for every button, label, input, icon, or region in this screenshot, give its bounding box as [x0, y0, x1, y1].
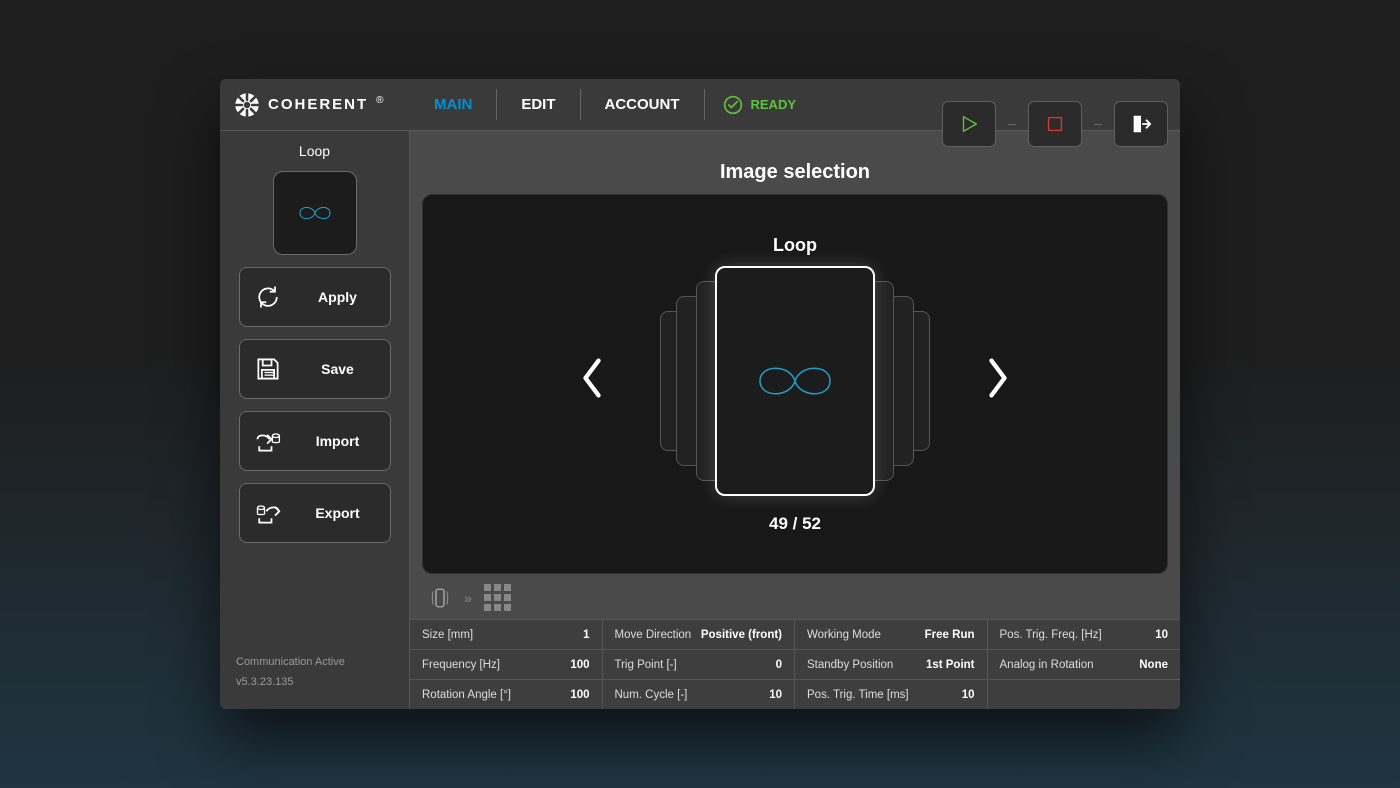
preview-thumbnail[interactable] — [273, 171, 357, 255]
export-label: Export — [300, 505, 390, 521]
status-text: READY — [751, 97, 797, 112]
play-icon — [958, 113, 980, 135]
app-window: COHERENT® MAIN EDIT ACCOUNT READY — [220, 79, 1180, 709]
param-cell: Pos. Trig. Freq. [Hz] 10 — [988, 620, 1181, 650]
status-indicator: READY — [705, 95, 815, 115]
param-label: Move Direction — [615, 629, 692, 641]
param-cell: Working Mode Free Run — [795, 620, 988, 650]
carousel-next-button[interactable] — [985, 356, 1011, 405]
image-selection-panel: Loop — [422, 194, 1168, 574]
carousel-view-icon[interactable] — [428, 586, 452, 610]
selected-card[interactable] — [715, 266, 875, 496]
grid-view-icon[interactable] — [484, 584, 511, 611]
param-value: 10 — [962, 689, 975, 701]
param-value: 1st Point — [926, 659, 975, 671]
param-cell: Num. Cycle [-] 10 — [603, 680, 796, 709]
param-label: Pos. Trig. Freq. [Hz] — [1000, 629, 1102, 641]
param-value: 0 — [776, 659, 782, 671]
exit-button[interactable] — [1114, 101, 1168, 147]
apply-button[interactable]: Apply — [239, 267, 391, 327]
param-label: Num. Cycle [-] — [615, 689, 688, 701]
refresh-icon — [254, 283, 282, 311]
tab-main[interactable]: MAIN — [410, 89, 497, 120]
param-label: Working Mode — [807, 629, 881, 641]
version-text: v5.3.23.135 — [236, 673, 393, 693]
view-mode-row: » — [422, 574, 1168, 611]
card-stack — [645, 266, 945, 496]
coherent-logo-icon — [234, 92, 260, 118]
stop-icon — [1044, 113, 1066, 135]
param-cell: Move Direction Positive (front) — [603, 620, 796, 650]
comm-status: Communication Active — [236, 653, 393, 673]
apply-label: Apply — [300, 289, 390, 305]
save-label: Save — [300, 361, 390, 377]
param-cell: Trig Point [-] 0 — [603, 650, 796, 680]
sidebar-footer: Communication Active v5.3.23.135 — [220, 653, 409, 709]
export-button[interactable]: Export — [239, 483, 391, 543]
view-separator-icon: » — [464, 590, 472, 606]
param-cell: Analog in Rotation None — [988, 650, 1181, 680]
param-cell — [988, 680, 1181, 709]
param-cell: Rotation Angle [°] 100 — [410, 680, 603, 709]
import-button[interactable]: Import — [239, 411, 391, 471]
sidebar: Loop Apply Save — [220, 131, 410, 709]
chevron-left-icon — [579, 356, 605, 400]
ready-check-icon — [723, 95, 743, 115]
param-value: Free Run — [925, 629, 975, 641]
param-value: 10 — [769, 689, 782, 701]
param-value: 10 — [1155, 629, 1168, 641]
save-button[interactable]: Save — [239, 339, 391, 399]
parameters-table: Size [mm] 1 Move Direction Positive (front)… — [410, 619, 1180, 709]
infinity-icon — [285, 196, 345, 230]
param-label: Trig Point [-] — [615, 659, 677, 671]
param-label: Pos. Trig. Time [ms] — [807, 689, 909, 701]
top-nav: MAIN EDIT ACCOUNT — [410, 79, 705, 130]
main-content: Image selection Loop — [410, 131, 1180, 619]
param-label: Analog in Rotation — [1000, 659, 1094, 671]
tab-account[interactable]: ACCOUNT — [581, 89, 705, 120]
infinity-icon — [735, 356, 855, 406]
param-label: Frequency [Hz] — [422, 659, 500, 671]
stop-button[interactable] — [1028, 101, 1082, 147]
brand-logo: COHERENT® — [220, 92, 410, 118]
chevron-right-icon — [985, 356, 1011, 400]
tab-edit[interactable]: EDIT — [497, 89, 580, 120]
carousel-prev-button[interactable] — [579, 356, 605, 405]
param-label: Standby Position — [807, 659, 893, 671]
current-item-label: Loop — [773, 235, 817, 256]
param-cell: Pos. Trig. Time [ms] 10 — [795, 680, 988, 709]
param-label: Size [mm] — [422, 629, 473, 641]
play-button[interactable] — [942, 101, 996, 147]
param-label: Rotation Angle [°] — [422, 689, 511, 701]
export-icon — [254, 499, 282, 527]
exit-icon — [1130, 113, 1152, 135]
param-value: 100 — [570, 659, 589, 671]
param-value: 100 — [570, 689, 589, 701]
brand-name: COHERENT — [268, 96, 368, 113]
action-bar — [942, 101, 1168, 147]
import-icon — [254, 427, 282, 455]
import-label: Import — [300, 433, 390, 449]
header: COHERENT® MAIN EDIT ACCOUNT READY — [220, 79, 1180, 131]
image-counter: 49 / 52 — [769, 514, 821, 534]
param-value: Positive (front) — [701, 629, 782, 641]
preview-label: Loop — [299, 143, 330, 159]
carousel — [443, 266, 1147, 496]
param-cell: Standby Position 1st Point — [795, 650, 988, 680]
param-value: None — [1139, 659, 1168, 671]
section-title: Image selection — [422, 161, 1168, 184]
save-icon — [254, 355, 282, 383]
param-cell: Size [mm] 1 — [410, 620, 603, 650]
param-cell: Frequency [Hz] 100 — [410, 650, 603, 680]
param-value: 1 — [583, 629, 589, 641]
